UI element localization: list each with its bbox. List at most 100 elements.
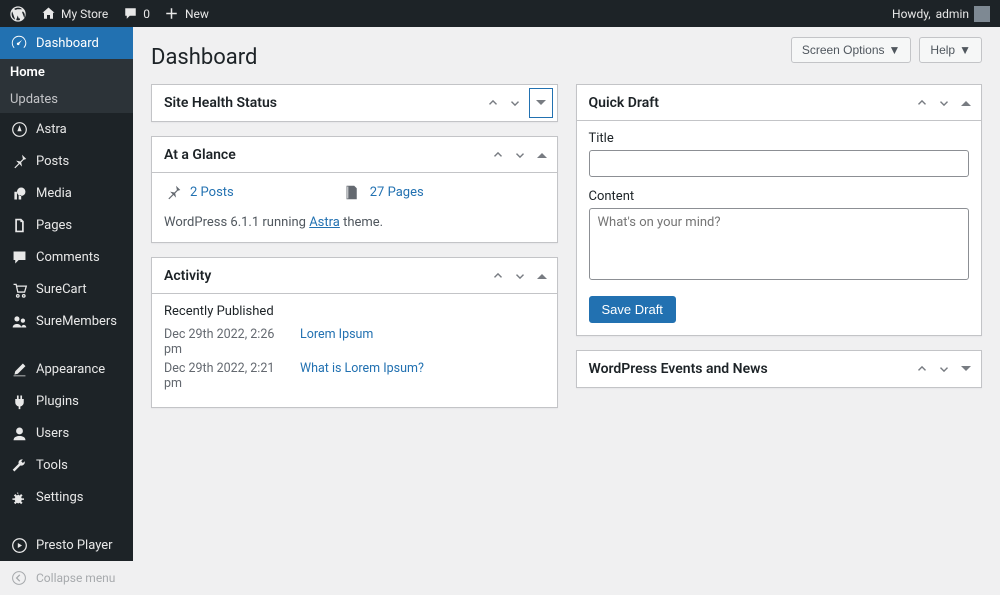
adminbar-left: My Store 0 New bbox=[10, 6, 209, 22]
move-up-button[interactable] bbox=[911, 358, 933, 380]
avatar bbox=[974, 6, 990, 22]
glance-posts-link[interactable]: 2 Posts bbox=[164, 183, 234, 201]
postbox-title: Activity bbox=[164, 268, 211, 284]
new-content-link[interactable]: New bbox=[164, 6, 209, 22]
menu-appearance[interactable]: Appearance bbox=[0, 353, 133, 385]
move-up-button[interactable] bbox=[911, 92, 933, 114]
help-button[interactable]: Help ▼ bbox=[919, 37, 982, 63]
pin-icon bbox=[10, 152, 28, 170]
title-label: Title bbox=[589, 131, 970, 146]
events-news-box: WordPress Events and News bbox=[576, 350, 983, 388]
menu-posts[interactable]: Posts bbox=[0, 145, 133, 177]
glance-posts-label: 2 Posts bbox=[190, 185, 234, 200]
settings-icon bbox=[10, 488, 28, 506]
postbox-header: At a Glance bbox=[152, 137, 557, 173]
menu-label: Posts bbox=[36, 154, 69, 169]
wordpress-icon bbox=[10, 6, 26, 22]
username: admin bbox=[936, 7, 969, 21]
move-down-button[interactable] bbox=[509, 144, 531, 166]
menu-astra[interactable]: Astra bbox=[0, 113, 133, 145]
appearance-icon bbox=[10, 360, 28, 378]
menu-plugins[interactable]: Plugins bbox=[0, 385, 133, 417]
page-header: Dashboard Screen Options ▼ Help ▼ bbox=[151, 27, 982, 70]
save-draft-button[interactable]: Save Draft bbox=[589, 296, 676, 323]
menu-users[interactable]: Users bbox=[0, 417, 133, 449]
menu-pages[interactable]: Pages bbox=[0, 209, 133, 241]
menu-settings[interactable]: Settings bbox=[0, 481, 133, 513]
page-title: Dashboard bbox=[151, 45, 257, 70]
caret-down-icon: ▼ bbox=[959, 43, 971, 57]
move-up-button[interactable] bbox=[487, 265, 509, 287]
postbox-header: Site Health Status bbox=[152, 85, 557, 121]
surecart-icon bbox=[10, 280, 28, 298]
move-down-button[interactable] bbox=[933, 92, 955, 114]
caret-down-icon: ▼ bbox=[889, 43, 901, 57]
menu-separator bbox=[0, 337, 133, 353]
activity-post-link[interactable]: Lorem Ipsum bbox=[300, 327, 373, 357]
postbox-header: Activity bbox=[152, 258, 557, 294]
menu-label: Settings bbox=[36, 490, 83, 505]
activity-date: Dec 29th 2022, 2:21 pm bbox=[164, 361, 290, 391]
plugins-icon bbox=[10, 392, 28, 410]
users-icon bbox=[10, 424, 28, 442]
activity-post-link[interactable]: What is Lorem Ipsum? bbox=[300, 361, 424, 391]
site-name-link[interactable]: My Store bbox=[40, 6, 108, 22]
move-up-button[interactable] bbox=[482, 92, 504, 114]
menu-presto[interactable]: Presto Player bbox=[0, 529, 133, 561]
pages-icon bbox=[344, 183, 362, 201]
submenu-updates[interactable]: Updates bbox=[0, 86, 133, 113]
column-right: Quick Draft Title Content Save Draft bbox=[576, 84, 983, 408]
toggle-panel-button[interactable] bbox=[531, 144, 553, 166]
collapse-menu[interactable]: Collapse menu bbox=[0, 561, 133, 595]
wp-logo[interactable] bbox=[10, 6, 26, 22]
move-down-button[interactable] bbox=[933, 358, 955, 380]
menu-suremembers[interactable]: SureMembers bbox=[0, 305, 133, 337]
comments-link[interactable]: 0 bbox=[122, 6, 150, 22]
toggle-panel-button[interactable] bbox=[529, 88, 553, 118]
site-name-label: My Store bbox=[61, 7, 108, 21]
dashboard-icon bbox=[10, 34, 28, 52]
menu-media[interactable]: Media bbox=[0, 177, 133, 209]
home-icon bbox=[40, 6, 56, 22]
menu-label: SureMembers bbox=[36, 314, 117, 329]
glance-pages-link[interactable]: 27 Pages bbox=[344, 183, 424, 201]
move-up-button[interactable] bbox=[487, 144, 509, 166]
plus-icon bbox=[164, 6, 180, 22]
collapse-label: Collapse menu bbox=[36, 571, 115, 585]
toggle-panel-button[interactable] bbox=[531, 265, 553, 287]
postbox-header: Quick Draft bbox=[577, 85, 982, 121]
menu-comments[interactable]: Comments bbox=[0, 241, 133, 273]
astra-icon bbox=[10, 120, 28, 138]
move-down-button[interactable] bbox=[509, 265, 531, 287]
new-label: New bbox=[185, 7, 209, 21]
postbox-controls bbox=[487, 144, 553, 166]
activity-subtitle: Recently Published bbox=[164, 304, 545, 319]
activity-date: Dec 29th 2022, 2:26 pm bbox=[164, 327, 290, 357]
glance-pages-label: 27 Pages bbox=[370, 185, 424, 200]
pages-icon bbox=[10, 216, 28, 234]
toggle-panel-button[interactable] bbox=[955, 92, 977, 114]
menu-dashboard-label: Dashboard bbox=[36, 36, 99, 51]
menu-surecart[interactable]: SureCart bbox=[0, 273, 133, 305]
media-icon bbox=[10, 184, 28, 202]
move-down-button[interactable] bbox=[504, 92, 526, 114]
draft-content-input[interactable] bbox=[589, 208, 970, 280]
menu-label: Presto Player bbox=[36, 538, 113, 553]
menu-label: Appearance bbox=[36, 362, 105, 377]
screen-options-button[interactable]: Screen Options ▼ bbox=[791, 37, 912, 63]
toggle-panel-button[interactable] bbox=[955, 358, 977, 380]
theme-link[interactable]: Astra bbox=[309, 215, 340, 230]
content: Dashboard Screen Options ▼ Help ▼ Site H… bbox=[133, 27, 1000, 561]
menu-dashboard[interactable]: Dashboard bbox=[0, 27, 133, 59]
activity-box: Activity Recently Published Dec 29th 202… bbox=[151, 257, 558, 408]
postbox-controls bbox=[487, 265, 553, 287]
column-left: Site Health Status At a Glance bbox=[151, 84, 558, 408]
postbox-controls bbox=[482, 88, 553, 118]
account-link[interactable]: Howdy, admin bbox=[892, 6, 990, 22]
admin-menu: Dashboard Home Updates Astra Posts Media… bbox=[0, 27, 133, 561]
adminbar: My Store 0 New Howdy, admin bbox=[0, 0, 1000, 27]
submenu-home[interactable]: Home bbox=[0, 59, 133, 86]
menu-tools[interactable]: Tools bbox=[0, 449, 133, 481]
postbox-header: WordPress Events and News bbox=[577, 351, 982, 387]
draft-title-input[interactable] bbox=[589, 150, 970, 177]
